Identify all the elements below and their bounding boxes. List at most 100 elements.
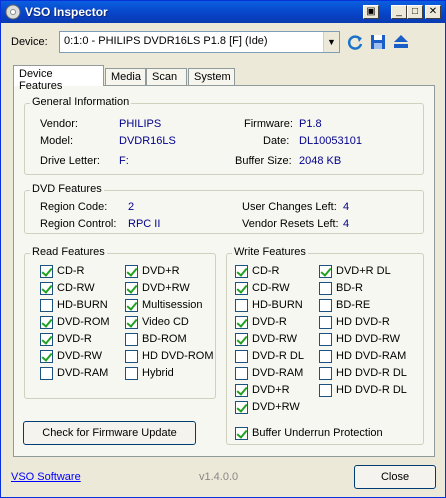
checkbox-box[interactable] <box>125 265 138 278</box>
firmware-value: P1.8 <box>299 118 322 130</box>
tab-scan[interactable]: Scan <box>146 68 187 86</box>
checkbox-box[interactable] <box>319 384 332 397</box>
region-code-value: 2 <box>128 201 135 213</box>
eject-icon[interactable] <box>392 33 410 51</box>
tab-device-features[interactable]: Device Features <box>13 65 104 92</box>
checkbox-label: BD-ROM <box>142 333 187 345</box>
checkbox-label: Multisession <box>142 299 203 311</box>
close-button[interactable]: Close <box>354 465 436 489</box>
device-select[interactable]: 0:1:0 - PHILIPS DVDR16LS P1.8 [F] (Ide) … <box>59 31 340 53</box>
checkbox-box[interactable] <box>125 299 138 312</box>
maximize-button[interactable]: □ <box>407 5 423 19</box>
checkbox-label: DVD-R DL <box>252 350 304 362</box>
checkbox-label: DVD-R <box>252 316 287 328</box>
checkbox-box[interactable] <box>319 350 332 363</box>
chevron-down-icon[interactable]: ▼ <box>323 32 339 52</box>
checkbox-label: Hybrid <box>142 367 174 379</box>
user-changes-value: 4 <box>343 201 350 213</box>
title-bar[interactable]: VSO Inspector ▣ _ □ ✕ <box>1 1 445 23</box>
checkbox-label: HD DVD-RW <box>336 333 400 345</box>
checkbox-box[interactable] <box>40 367 53 380</box>
screenshot-icon[interactable]: ▣ <box>363 5 379 19</box>
checkbox-box[interactable] <box>40 299 53 312</box>
save-icon[interactable] <box>369 33 387 51</box>
checkbox-box[interactable] <box>235 282 248 295</box>
checkbox-box[interactable] <box>40 316 53 329</box>
checkbox-box[interactable] <box>40 333 53 346</box>
device-features-panel: General Information Vendor: PHILIPS Mode… <box>13 85 435 457</box>
checkbox-label: CD-R <box>57 265 85 277</box>
user-changes-label: User Changes Left: <box>242 201 337 213</box>
checkbox-box[interactable] <box>235 299 248 312</box>
checkbox-box[interactable] <box>235 367 248 380</box>
checkbox-label: BD-R <box>336 282 363 294</box>
checkbox-box[interactable] <box>319 299 332 312</box>
app-window: VSO Inspector ▣ _ □ ✕ Device: 0:1:0 - PH… <box>0 0 446 498</box>
checkbox-box[interactable] <box>125 367 138 380</box>
checkbox-label: DVD-ROM <box>57 316 110 328</box>
checkbox-label: Video CD <box>142 316 189 328</box>
buffer-size-label: Buffer Size: <box>235 155 292 167</box>
checkbox-box[interactable] <box>235 265 248 278</box>
check-firmware-update-button[interactable]: Check for Firmware Update <box>23 421 196 445</box>
dvd-features-title: DVD Features <box>30 183 104 195</box>
vendor-resets-label: Vendor Resets Left: <box>242 218 339 230</box>
drive-letter-label: Drive Letter: <box>40 155 100 167</box>
checkbox-label: CD-RW <box>57 282 95 294</box>
checkbox-label: HD DVD-RAM <box>336 350 407 362</box>
buffer-underrun-label: Buffer Underrun Protection <box>252 427 383 439</box>
region-control-value: RPC II <box>128 218 161 230</box>
tab-system[interactable]: System <box>188 68 235 86</box>
write-features-title: Write Features <box>232 246 308 258</box>
checkbox-box[interactable] <box>235 316 248 329</box>
checkbox-box[interactable] <box>235 350 248 363</box>
checkbox-box[interactable] <box>319 282 332 295</box>
device-select-value: 0:1:0 - PHILIPS DVDR16LS P1.8 [F] (Ide) <box>64 35 268 47</box>
version-label: v1.4.0.0 <box>199 471 239 483</box>
checkbox-label: HD DVD-R DL <box>336 384 407 396</box>
checkbox-box[interactable] <box>319 265 332 278</box>
refresh-icon[interactable] <box>346 33 364 51</box>
checkbox-box[interactable] <box>319 333 332 346</box>
checkbox-label: DVD-RW <box>252 333 298 345</box>
checkbox-box[interactable] <box>40 350 53 363</box>
drive-letter-value: F: <box>119 155 129 167</box>
read-features-group: Read Features CD-R DVD+R CD-RW DVD+RW HD-BUR… <box>24 246 216 399</box>
model-label: Model: <box>40 135 74 147</box>
checkbox-label: HD DVD-R DL <box>336 367 407 379</box>
checkbox-label: DVD+R <box>142 265 180 277</box>
read-features-title: Read Features <box>30 246 107 258</box>
checkbox-label: BD-RE <box>336 299 371 311</box>
checkbox-box[interactable] <box>125 282 138 295</box>
checkbox-label: HD-BURN <box>252 299 303 311</box>
checkbox-label: CD-RW <box>252 282 290 294</box>
checkbox-box[interactable] <box>125 316 138 329</box>
checkbox-box[interactable] <box>319 316 332 329</box>
checkbox-box[interactable] <box>235 384 248 397</box>
vendor-resets-value: 4 <box>343 218 350 230</box>
tab-media[interactable]: Media <box>105 68 146 86</box>
checkbox-box[interactable] <box>125 350 138 363</box>
checkbox-label: DVD+RW <box>142 282 190 294</box>
general-information-group: General Information Vendor: PHILIPS Mode… <box>24 96 424 175</box>
date-value: DL10053101 <box>299 135 363 147</box>
date-label: Date: <box>263 135 290 147</box>
vso-software-link[interactable]: VSO Software <box>11 471 81 483</box>
checkbox-label: DVD+R DL <box>336 265 391 277</box>
checkbox-label: HD-BURN <box>57 299 108 311</box>
app-icon <box>5 4 21 20</box>
checkbox-box[interactable] <box>125 333 138 346</box>
checkbox-box[interactable] <box>235 427 248 440</box>
minimize-button[interactable]: _ <box>391 5 407 19</box>
model-value: DVDR16LS <box>119 135 176 147</box>
checkbox-box[interactable] <box>235 333 248 346</box>
checkbox-label: DVD-R <box>57 333 92 345</box>
checkbox-box[interactable] <box>40 265 53 278</box>
checkbox-box[interactable] <box>319 367 332 380</box>
checkbox-box[interactable] <box>235 401 248 414</box>
checkbox-box[interactable] <box>40 282 53 295</box>
checkbox-label: DVD-RAM <box>57 367 109 379</box>
close-window-button[interactable]: ✕ <box>425 5 441 19</box>
checkbox-label: CD-R <box>252 265 280 277</box>
region-control-label: Region Control: <box>40 218 117 230</box>
